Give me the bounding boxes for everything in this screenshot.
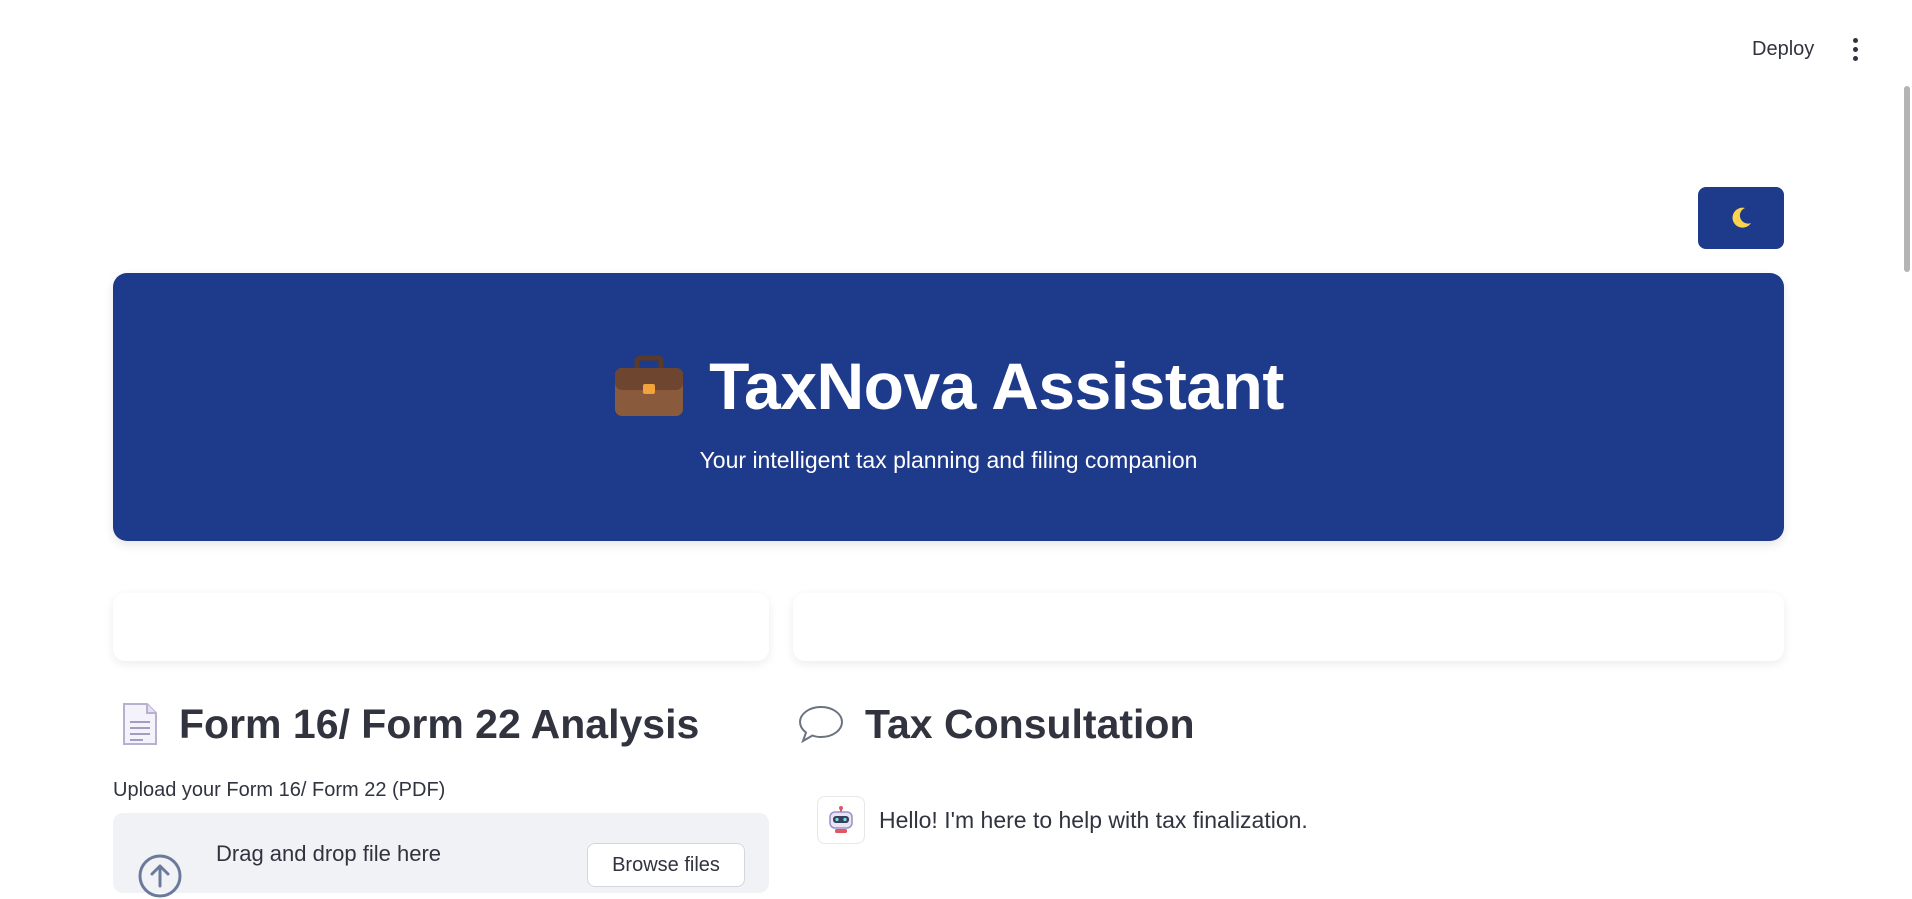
chat-message-text: Hello! I'm here to help with tax finaliz… [879, 807, 1308, 833]
dropzone-text: Drag and drop file here [216, 841, 442, 866]
app-title: TaxNova Assistant [709, 349, 1284, 423]
left-card [113, 593, 769, 661]
deploy-button[interactable]: Deploy [1740, 34, 1826, 64]
scrollbar-thumb[interactable] [1904, 86, 1910, 272]
menu-dot [1852, 46, 1858, 52]
theme-toggle-button[interactable] [1698, 187, 1784, 249]
upload-label: Upload your Form 16/ Form 22 (PDF) [113, 779, 446, 801]
form-section-header: Form 16/ Form 22 Analysis [121, 696, 699, 752]
document-icon [123, 703, 157, 745]
app-subtitle: Your intelligent tax planning and filing… [699, 447, 1198, 473]
form-section-title: Form 16/ Form 22 Analysis [179, 701, 700, 747]
speech-bubble-icon [798, 705, 844, 744]
moon-icon [1732, 207, 1751, 228]
browse-files-button[interactable]: Browse files [587, 843, 745, 887]
robot-icon [829, 806, 853, 833]
chat-message: Hello! I'm here to help with tax finaliz… [817, 796, 1308, 844]
file-dropzone[interactable]: Drag and drop file here Browse files [113, 813, 769, 898]
right-card [793, 593, 1784, 661]
briefcase-icon [615, 355, 684, 416]
menu-dot [1852, 55, 1858, 61]
hero-title-row: TaxNova Assistant [113, 346, 1784, 426]
hero-banner: TaxNova Assistant Your intelligent tax p… [113, 273, 1784, 541]
app-header: Deploy [0, 0, 1912, 98]
consultation-section-title: Tax Consultation [865, 701, 1195, 747]
avatar [817, 796, 865, 844]
more-vertical-icon[interactable] [1842, 35, 1868, 63]
menu-dot [1852, 37, 1858, 43]
cloud-upload-icon [138, 854, 182, 898]
consultation-section-header: Tax Consultation [797, 696, 1195, 752]
